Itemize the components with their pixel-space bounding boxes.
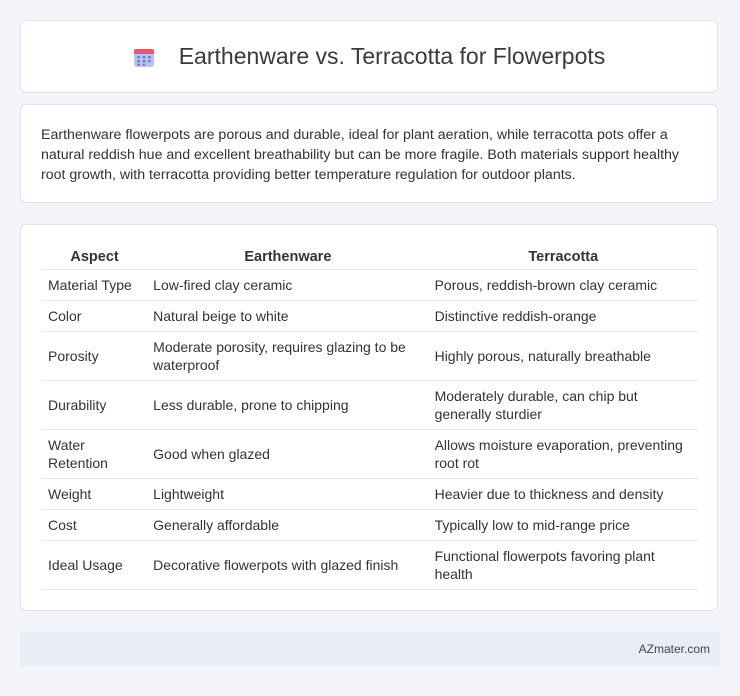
- cell-earthenware: Low-fired clay ceramic: [147, 270, 429, 301]
- cell-aspect: Material Type: [42, 270, 148, 301]
- title-card: Earthenware vs. Terracotta for Flowerpot…: [20, 20, 718, 93]
- header-terracotta: Terracotta: [428, 245, 698, 270]
- table-row: Color Natural beige to white Distinctive…: [42, 301, 698, 332]
- cell-aspect: Water Retention: [42, 430, 148, 479]
- comparison-table: Aspect Earthenware Terracotta Material T…: [42, 245, 698, 590]
- footer: AZmater.com: [20, 632, 720, 666]
- cell-terracotta: Allows moisture evaporation, preventing …: [428, 430, 698, 479]
- summary-text: Earthenware flowerpots are porous and du…: [41, 127, 680, 183]
- table-row: Water Retention Good when glazed Allows …: [42, 430, 698, 479]
- header-aspect: Aspect: [42, 245, 148, 270]
- footer-brand[interactable]: AZmater.com: [639, 642, 710, 656]
- cell-terracotta: Porous, reddish-brown clay ceramic: [428, 270, 698, 301]
- cell-aspect: Cost: [42, 510, 148, 541]
- cell-terracotta: Moderately durable, can chip but general…: [428, 381, 698, 430]
- table-row: Porosity Moderate porosity, requires gla…: [42, 332, 698, 381]
- cell-earthenware: Good when glazed: [147, 430, 429, 479]
- cell-aspect: Durability: [42, 381, 148, 430]
- cell-earthenware: Generally affordable: [147, 510, 429, 541]
- cell-terracotta: Distinctive reddish-orange: [428, 301, 698, 332]
- table-row: Ideal Usage Decorative flowerpots with g…: [42, 541, 698, 590]
- summary-card: Earthenware flowerpots are porous and du…: [20, 104, 718, 203]
- cell-earthenware: Natural beige to white: [147, 301, 429, 332]
- calendar-grid-icon: [133, 46, 155, 68]
- table-row: Material Type Low-fired clay ceramic Por…: [42, 270, 698, 301]
- cell-aspect: Weight: [42, 479, 148, 510]
- table-row: Durability Less durable, prone to chippi…: [42, 381, 698, 430]
- cell-terracotta: Functional flowerpots favoring plant hea…: [428, 541, 698, 590]
- cell-earthenware: Decorative flowerpots with glazed finish: [147, 541, 429, 590]
- table-row: Weight Lightweight Heavier due to thickn…: [42, 479, 698, 510]
- header-earthenware: Earthenware: [147, 245, 429, 270]
- cell-terracotta: Highly porous, naturally breathable: [428, 332, 698, 381]
- cell-terracotta: Typically low to mid-range price: [428, 510, 698, 541]
- table-row: Cost Generally affordable Typically low …: [42, 510, 698, 541]
- cell-aspect: Porosity: [42, 332, 148, 381]
- cell-earthenware: Moderate porosity, requires glazing to b…: [147, 332, 429, 381]
- cell-earthenware: Lightweight: [147, 479, 429, 510]
- cell-earthenware: Less durable, prone to chipping: [147, 381, 429, 430]
- table-header-row: Aspect Earthenware Terracotta: [42, 245, 698, 270]
- cell-aspect: Color: [42, 301, 148, 332]
- comparison-table-card: Aspect Earthenware Terracotta Material T…: [20, 224, 718, 611]
- cell-aspect: Ideal Usage: [42, 541, 148, 590]
- cell-terracotta: Heavier due to thickness and density: [428, 479, 698, 510]
- page-title: Earthenware vs. Terracotta for Flowerpot…: [178, 43, 606, 69]
